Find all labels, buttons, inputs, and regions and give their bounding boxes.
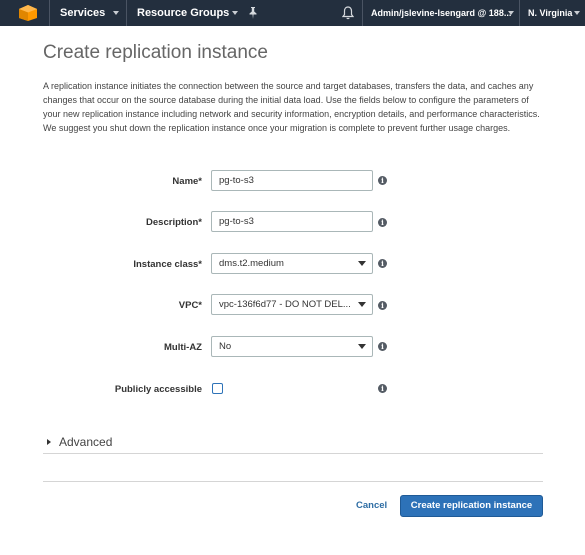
chevron-down-icon — [358, 261, 366, 266]
instance-class-value: dms.t2.medium — [219, 258, 284, 269]
pin-icon[interactable] — [248, 7, 258, 19]
advanced-divider — [43, 453, 543, 454]
publicly-accessible-label: Publicly accessible — [114, 384, 202, 395]
region-chevron-down-icon[interactable] — [574, 11, 580, 15]
multi-az-select[interactable]: No — [211, 336, 373, 357]
aws-logo-icon[interactable] — [17, 4, 39, 22]
page-title: Create replication instance — [43, 42, 268, 63]
account-menu[interactable]: Admin/jslevine-Isengard @ 188... — [371, 0, 511, 26]
chevron-down-icon — [358, 302, 366, 307]
advanced-expand-caret-icon[interactable] — [47, 439, 51, 445]
vpc-label: VPC* — [178, 300, 202, 311]
nav-divider — [362, 0, 363, 26]
bell-icon[interactable] — [342, 6, 354, 20]
resource-groups-chevron-down-icon[interactable] — [232, 11, 238, 15]
services-chevron-down-icon[interactable] — [113, 11, 119, 15]
vpc-value: vpc-136f6d77 - DO NOT DEL... — [219, 299, 351, 310]
region-menu[interactable]: N. Virginia — [528, 0, 572, 26]
nav-divider — [126, 0, 127, 26]
publicly-accessible-checkbox[interactable] — [212, 383, 223, 394]
instance-class-info-icon[interactable]: i — [378, 259, 387, 268]
multi-az-info-icon[interactable]: i — [378, 342, 387, 351]
name-input[interactable] — [211, 170, 373, 191]
nav-divider — [519, 0, 520, 26]
description-info-icon[interactable]: i — [378, 218, 387, 227]
publicly-accessible-info-icon[interactable]: i — [378, 384, 387, 393]
resource-groups-menu[interactable]: Resource Groups — [137, 0, 229, 26]
vpc-select[interactable]: vpc-136f6d77 - DO NOT DEL... — [211, 294, 373, 315]
multi-az-label: Multi-AZ — [164, 342, 202, 353]
account-chevron-down-icon[interactable] — [508, 11, 514, 15]
chevron-down-icon — [358, 344, 366, 349]
name-label: Name* — [172, 176, 202, 187]
top-nav-bar: Services Resource Groups Admin/jslevine-… — [0, 0, 585, 26]
services-menu[interactable]: Services — [60, 0, 105, 26]
description-label: Description* — [146, 217, 202, 228]
cancel-button[interactable]: Cancel — [356, 500, 387, 511]
multi-az-value: No — [219, 341, 232, 352]
description-input[interactable] — [211, 211, 373, 232]
advanced-section-toggle[interactable]: Advanced — [59, 435, 112, 449]
instance-class-select[interactable]: dms.t2.medium — [211, 253, 373, 274]
vpc-info-icon[interactable]: i — [378, 301, 387, 310]
footer-divider — [43, 481, 543, 482]
instance-class-label: Instance class* — [133, 259, 202, 270]
nav-divider — [49, 0, 50, 26]
page-description: A replication instance initiates the con… — [43, 81, 540, 133]
create-replication-instance-button[interactable]: Create replication instance — [400, 495, 543, 517]
name-info-icon[interactable]: i — [378, 176, 387, 185]
